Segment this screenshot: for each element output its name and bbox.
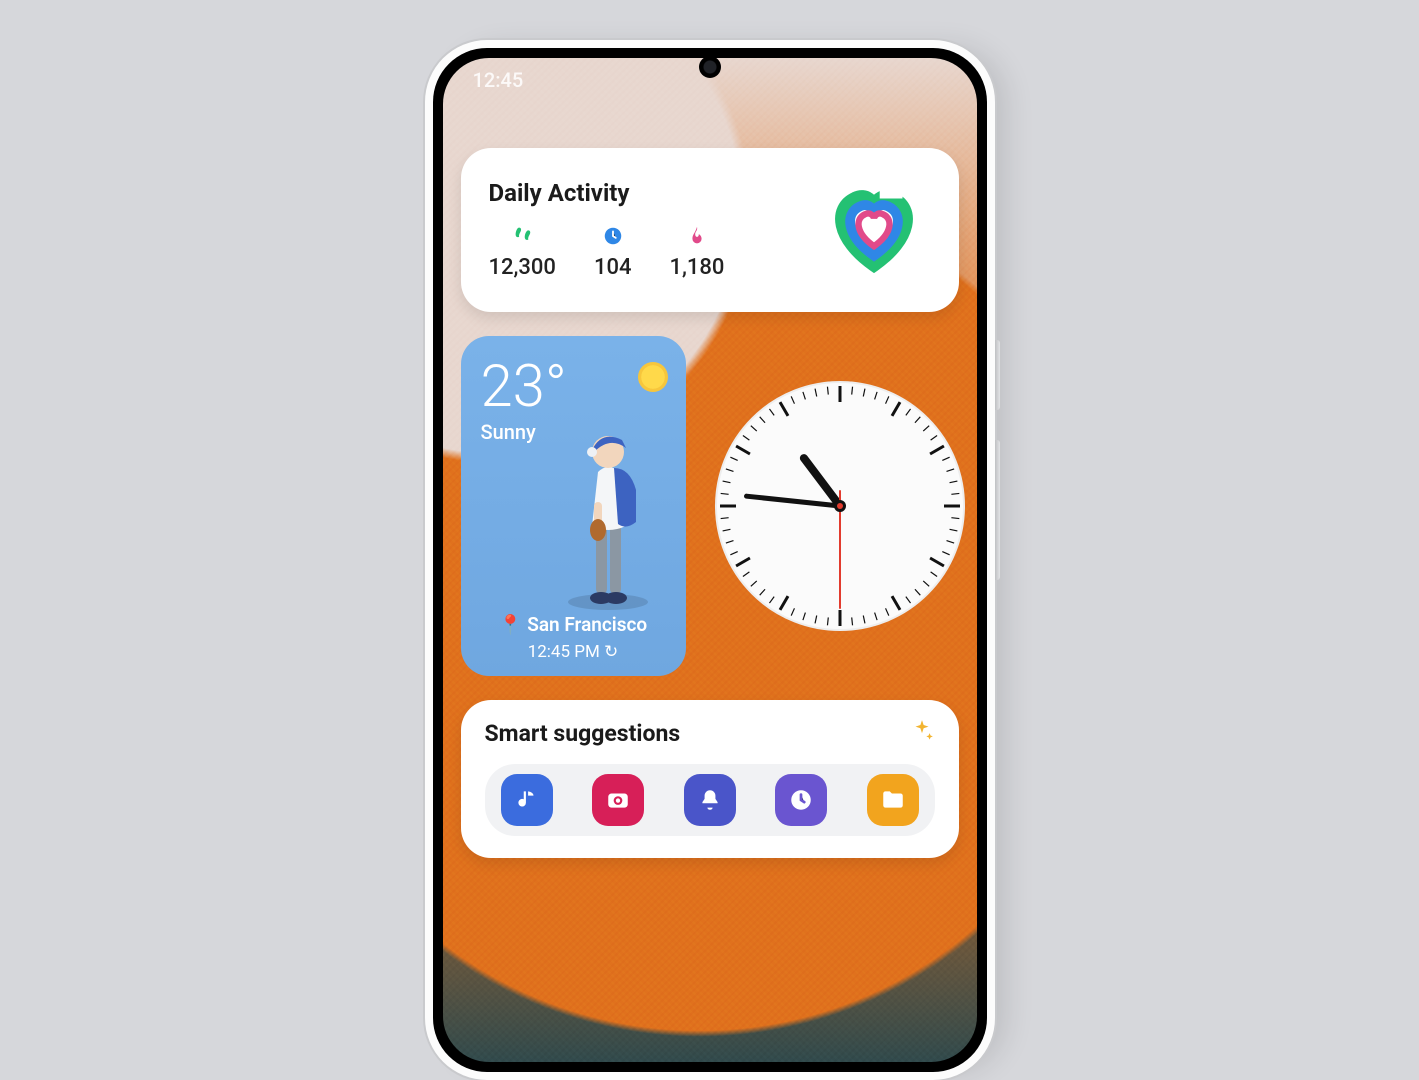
minutes-value: 104	[594, 255, 632, 280]
phone-frame: 12:45 Daily Activity 12,300	[425, 40, 995, 1080]
steps-icon	[511, 232, 533, 251]
active-minutes-metric: 104	[594, 225, 632, 280]
steps-metric: 12,300	[489, 225, 556, 280]
files-app-icon[interactable]	[867, 774, 919, 826]
side-button	[995, 340, 1000, 410]
notifications-app-icon[interactable]	[684, 774, 736, 826]
volume-up-button	[995, 440, 1000, 580]
weather-widget[interactable]: 23° Sunny	[461, 336, 686, 676]
sun-icon	[638, 362, 668, 392]
daily-activity-widget[interactable]: Daily Activity 12,300	[461, 148, 959, 312]
smart-suggestions-widget[interactable]: Smart suggestions	[461, 700, 959, 858]
weather-time: 12:45 PM ↻	[461, 642, 686, 662]
suggestions-title: Smart suggestions	[485, 720, 681, 747]
steps-value: 12,300	[489, 255, 556, 280]
refresh-icon: ↻	[604, 642, 618, 662]
flame-icon	[686, 232, 708, 251]
activity-title: Daily Activity	[489, 179, 797, 207]
activity-rings-icon	[817, 170, 931, 288]
camera-app-icon[interactable]	[592, 774, 644, 826]
phone-bezel: 12:45 Daily Activity 12,300	[433, 48, 987, 1072]
weather-illustration	[548, 402, 668, 612]
calories-value: 1,180	[669, 255, 724, 280]
weather-location: 📍 San Francisco	[461, 613, 686, 636]
calories-metric: 1,180	[669, 225, 724, 280]
front-camera	[699, 56, 721, 78]
location-pin-icon: 📍	[499, 613, 523, 636]
home-screen[interactable]: 12:45 Daily Activity 12,300	[443, 58, 977, 1062]
sparkle-icon	[909, 718, 935, 748]
analog-clock-widget[interactable]	[710, 336, 970, 676]
suggestions-app-row	[485, 764, 935, 836]
status-bar-time: 12:45	[473, 68, 524, 92]
music-app-icon[interactable]	[501, 774, 553, 826]
clock-app-icon[interactable]	[775, 774, 827, 826]
clock-icon	[602, 232, 624, 251]
